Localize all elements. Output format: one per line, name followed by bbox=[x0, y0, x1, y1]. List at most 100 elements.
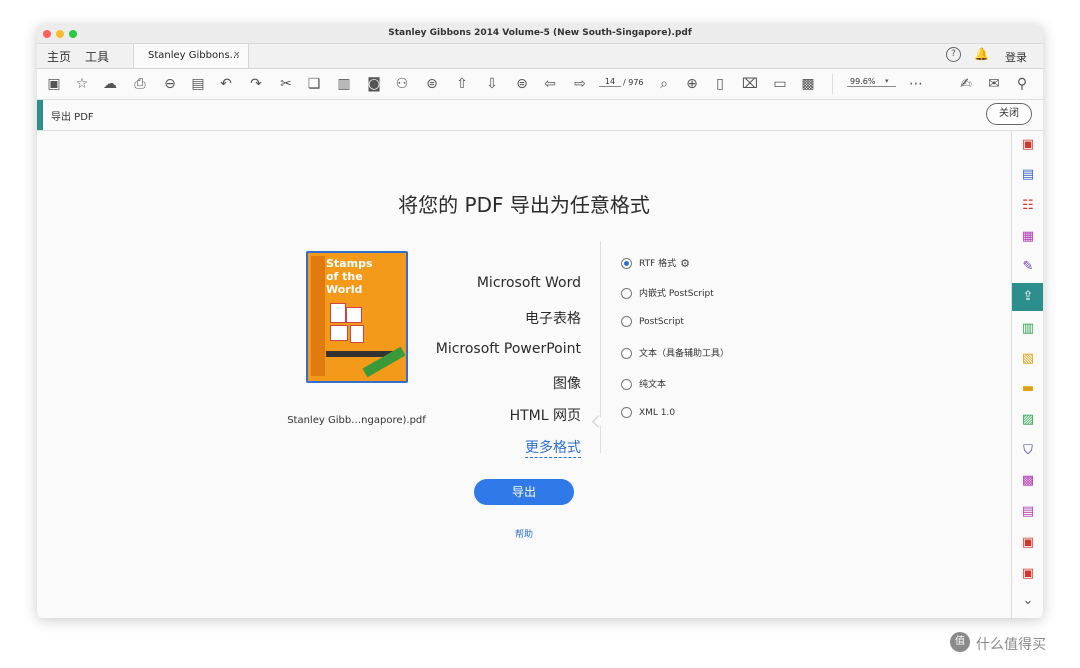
edit-pdf-icon[interactable]: ▦ bbox=[1020, 229, 1036, 245]
compress-pdf-icon[interactable]: ▥ bbox=[1020, 321, 1036, 337]
option-accessible-text[interactable]: 文本（具备辅助工具） bbox=[621, 346, 729, 359]
cover-title: Stamps of the World bbox=[326, 257, 373, 296]
tab-document[interactable]: Stanley Gibbons... × bbox=[133, 44, 249, 68]
fill-sign-icon[interactable]: ✎ bbox=[1020, 259, 1036, 275]
zoom-in-icon[interactable]: ⊕ bbox=[683, 75, 701, 93]
export-pdf-icon[interactable]: ⇪ bbox=[1012, 283, 1043, 311]
right-tools-rail: ▣ ▤ ☷ ▦ ✎ ⇪ ▥ ▧ ▬ ▨ ⛉ ▩ ▤ ▣ ▣ ⌄ bbox=[1011, 131, 1043, 618]
more-icon[interactable]: ⋯ bbox=[907, 75, 925, 93]
category-more-formats[interactable]: 更多格式 bbox=[525, 437, 581, 458]
document-thumbnail[interactable]: Stamps of the World bbox=[306, 251, 408, 383]
option-embedded-postscript[interactable]: 内嵌式 PostScript bbox=[621, 286, 714, 299]
cover-stamp-image bbox=[350, 325, 364, 343]
option-plain-text[interactable]: 纯文本 bbox=[621, 377, 666, 390]
image-view-icon[interactable]: ▩ bbox=[799, 75, 817, 93]
help-icon[interactable]: ? bbox=[946, 47, 961, 62]
rich-media-icon[interactable]: ▩ bbox=[1020, 473, 1036, 489]
upload-cloud-icon[interactable]: ☁ bbox=[101, 75, 119, 93]
radio-rtf[interactable] bbox=[621, 258, 632, 269]
binoculars-icon[interactable]: ⚇ bbox=[393, 75, 411, 93]
forward-icon[interactable]: ⇨ bbox=[571, 75, 589, 93]
chevron-down-icon[interactable]: ⌄ bbox=[1020, 593, 1036, 609]
option-xml[interactable]: XML 1.0 bbox=[621, 407, 675, 418]
copy-icon[interactable]: ❏ bbox=[305, 75, 323, 93]
page-down-icon[interactable]: ⇩ bbox=[483, 75, 501, 93]
title-bar: Stanley Gibbons 2014 Volume-5 (New South… bbox=[37, 25, 1043, 44]
close-button[interactable]: 关闭 bbox=[986, 103, 1032, 125]
tab-bar: 主页 工具 Stanley Gibbons... × ? 🔔 登录 bbox=[37, 44, 1043, 69]
clipboard-icon[interactable]: ▥ bbox=[335, 75, 353, 93]
document-filename: Stanley Gibb…ngapore).pdf bbox=[287, 415, 426, 426]
category-powerpoint[interactable]: Microsoft PowerPoint bbox=[436, 341, 581, 357]
bell-icon[interactable]: 🔔 bbox=[974, 47, 989, 61]
close-tab-icon[interactable]: × bbox=[233, 50, 241, 60]
page-total: / 976 bbox=[623, 78, 644, 87]
comment-icon[interactable]: ▬ bbox=[1020, 381, 1036, 397]
back-icon[interactable]: ⇦ bbox=[541, 75, 559, 93]
option-accessible-text-label: 文本（具备辅助工具） bbox=[639, 349, 730, 359]
find-text-icon[interactable]: ⌧ bbox=[741, 75, 759, 93]
watermark-logo-icon: 值 bbox=[950, 632, 970, 652]
radio-postscript[interactable] bbox=[621, 316, 632, 327]
option-postscript[interactable]: PostScript bbox=[621, 316, 684, 327]
last-page-icon[interactable]: ⊜ bbox=[513, 75, 531, 93]
export-panel-header: 导出 PDF 关闭 bbox=[37, 100, 1043, 131]
export-content: 将您的 PDF 导出为任意格式 Stamps of the World Stan… bbox=[37, 131, 1011, 618]
prepare-form-icon[interactable]: ▤ bbox=[1020, 504, 1036, 520]
cover-stamp-image bbox=[346, 307, 362, 323]
pdf-alert-icon[interactable]: ▣ bbox=[1020, 566, 1036, 582]
chevron-down-icon[interactable]: ▾ bbox=[885, 77, 889, 85]
option-embedded-postscript-label: 内嵌式 PostScript bbox=[639, 289, 714, 299]
acrobat-pdf-icon[interactable]: ▣ bbox=[1020, 535, 1036, 551]
zoom-out-icon[interactable]: ⊖ bbox=[161, 75, 179, 93]
help-link[interactable]: 帮助 bbox=[507, 527, 541, 540]
cover-band bbox=[311, 256, 325, 376]
sign-icon[interactable]: ✍ bbox=[957, 75, 975, 93]
option-rtf-label: RTF 格式 bbox=[639, 259, 677, 269]
snapshot-icon[interactable]: ◙ bbox=[365, 75, 383, 93]
gear-icon[interactable]: ⚙ bbox=[680, 257, 690, 270]
tab-tools[interactable]: 工具 bbox=[85, 48, 109, 65]
radio-embedded-postscript[interactable] bbox=[621, 288, 632, 299]
category-spreadsheet[interactable]: 电子表格 bbox=[525, 308, 581, 328]
first-page-icon[interactable]: ⊜ bbox=[423, 75, 441, 93]
print-icon[interactable]: ⎙ bbox=[131, 75, 149, 93]
selection-pointer bbox=[592, 415, 605, 428]
export-button[interactable]: 导出 bbox=[474, 479, 574, 505]
print-production-icon[interactable]: ▨ bbox=[1020, 412, 1036, 428]
organize-pages-icon[interactable]: ☷ bbox=[1020, 198, 1036, 214]
undo-icon[interactable]: ↶ bbox=[217, 75, 235, 93]
verify-file-icon[interactable]: ▤ bbox=[189, 75, 207, 93]
login-link[interactable]: 登录 bbox=[1005, 49, 1027, 65]
window-title: Stanley Gibbons 2014 Volume-5 (New South… bbox=[388, 28, 692, 38]
radio-xml[interactable] bbox=[621, 407, 632, 418]
category-word[interactable]: Microsoft Word bbox=[477, 275, 581, 291]
redo-icon[interactable]: ↷ bbox=[247, 75, 265, 93]
save-icon[interactable]: ▣ bbox=[45, 75, 63, 93]
create-pdf-icon[interactable]: ▣ bbox=[1020, 137, 1036, 153]
radio-plain-text[interactable] bbox=[621, 379, 632, 390]
add-user-icon[interactable]: ⚲ bbox=[1013, 75, 1031, 93]
cover-stamp-image bbox=[330, 325, 348, 341]
page-display-icon[interactable]: ▯ bbox=[711, 75, 729, 93]
category-image[interactable]: 图像 bbox=[553, 373, 581, 393]
radio-accessible-text[interactable] bbox=[621, 348, 632, 359]
star-icon[interactable]: ☆ bbox=[73, 75, 91, 93]
page-up-icon[interactable]: ⇧ bbox=[453, 75, 471, 93]
mail-icon[interactable]: ✉ bbox=[985, 75, 1003, 93]
document-tab-label: Stanley Gibbons... bbox=[148, 50, 240, 61]
option-rtf[interactable]: RTF 格式 ⚙ bbox=[621, 256, 690, 270]
combine-files-icon[interactable]: ▤ bbox=[1020, 167, 1036, 183]
protect-shield-icon[interactable]: ⛉ bbox=[1020, 443, 1036, 459]
category-html[interactable]: HTML 网页 bbox=[510, 405, 581, 425]
page-number-input[interactable]: 14 bbox=[599, 77, 621, 87]
select-zoom-icon[interactable]: ⌕ bbox=[655, 75, 673, 93]
tab-home[interactable]: 主页 bbox=[47, 48, 71, 65]
option-plain-text-label: 纯文本 bbox=[639, 380, 667, 390]
scissors-icon[interactable]: ✂ bbox=[277, 75, 295, 93]
main-toolbar: ▣ ☆ ☁ ⎙ ⊖ ▤ ↶ ↷ ✂ ❏ ▥ ◙ ⚇ ⊜ ⇧ ⇩ ⊜ ⇦ ⇨ 14… bbox=[37, 69, 1043, 100]
option-xml-label: XML 1.0 bbox=[639, 408, 676, 418]
scan-ocr-icon[interactable]: ▧ bbox=[1020, 351, 1036, 367]
app-window: Stanley Gibbons 2014 Volume-5 (New South… bbox=[37, 25, 1043, 618]
fit-page-icon[interactable]: ▭ bbox=[771, 75, 789, 93]
